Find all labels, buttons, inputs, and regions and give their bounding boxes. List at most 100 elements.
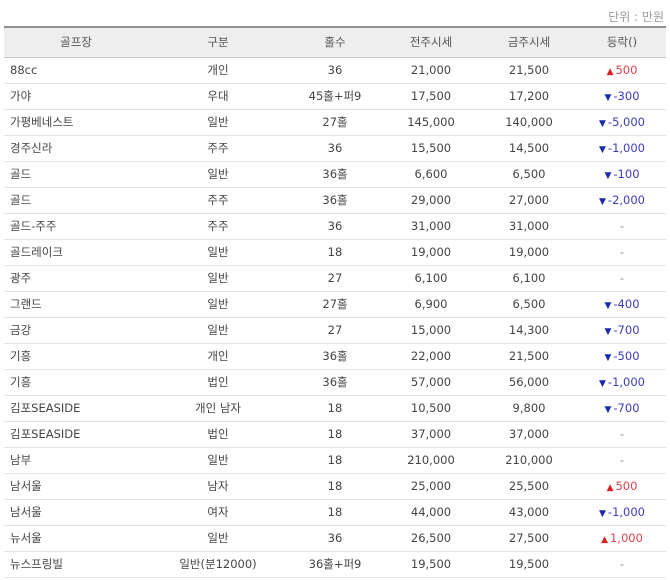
change-cell: ▼ -300 — [578, 83, 666, 110]
category-cell: 일반 — [148, 317, 288, 344]
curr-price-cell: 17,200 — [480, 83, 578, 110]
golf-course-name: 김포SEASIDE — [4, 395, 148, 422]
change-value: - — [619, 557, 625, 571]
golf-course-name: 뉴스프링빌 — [4, 551, 148, 578]
change-cell: ▼ -1,000 — [578, 369, 666, 396]
column-header-change[interactable]: 등락() — [578, 26, 666, 58]
change-cell: ▼ -2,000 — [578, 187, 666, 214]
change-cell: - — [578, 551, 666, 578]
category-cell: 주주 — [148, 187, 288, 214]
triangle-down-icon: ▼ — [604, 171, 612, 181]
holes-cell: 27 — [288, 317, 382, 344]
golf-course-name: 금강 — [4, 317, 148, 344]
golf-course-name: 골드레이크 — [4, 239, 148, 266]
table-row: 광주 일반 27 6,100 6,100- — [4, 265, 666, 292]
category-cell: 일반 — [148, 291, 288, 318]
category-cell: 일반 — [148, 109, 288, 136]
table-row: 88cc 개인 36 21,000 21,500 ▲ 500 — [4, 57, 666, 84]
prev-price-cell: 22,000 — [382, 343, 480, 370]
golf-course-name: 그랜드 — [4, 291, 148, 318]
category-cell: 개인 — [148, 57, 288, 84]
category-cell: 주주 — [148, 213, 288, 240]
category-cell: 법인 — [148, 369, 288, 396]
golf-price-table: 골프장 구분 홀수 전주시세 금주시세 등락() 88cc 개인 36 21,000 2… — [4, 26, 666, 578]
holes-cell: 18 — [288, 473, 382, 500]
holes-cell: 36홀 — [288, 369, 382, 396]
prev-price-cell: 6,900 — [382, 291, 480, 318]
prev-price-cell: 145,000 — [382, 109, 480, 136]
column-header-prev-price[interactable]: 전주시세 — [382, 26, 480, 58]
change-cell: - — [578, 447, 666, 474]
column-header-category[interactable]: 구분 — [148, 26, 288, 58]
change-cell: ▲ 500 — [578, 473, 666, 500]
category-cell: 법인 — [148, 421, 288, 448]
change-cell: - — [578, 265, 666, 292]
table-row: 골드레이크 일반 18 19,000 19,000- — [4, 239, 666, 266]
triangle-down-icon: ▼ — [604, 405, 612, 415]
prev-price-cell: 31,000 — [382, 213, 480, 240]
prev-price-cell: 21,000 — [382, 57, 480, 84]
table-row: 가야 우대 45홀+퍼9 17,500 17,200 ▼ -300 — [4, 83, 666, 110]
change-value: -1,000 — [607, 505, 645, 519]
golf-course-name: 기흥 — [4, 369, 148, 396]
triangle-up-icon: ▲ — [601, 535, 608, 545]
category-cell: 일반(분12000) — [148, 551, 288, 578]
holes-cell: 18 — [288, 499, 382, 526]
golf-course-name: 남부 — [4, 447, 148, 474]
golf-course-name: 88cc — [4, 57, 148, 84]
change-cell: ▼ -1,000 — [578, 499, 666, 526]
golf-course-name: 가평베네스트 — [4, 109, 148, 136]
change-value: - — [619, 245, 625, 259]
change-value: - — [619, 427, 625, 441]
holes-cell: 36 — [288, 525, 382, 552]
category-cell: 우대 — [148, 83, 288, 110]
triangle-down-icon: ▼ — [604, 353, 612, 363]
change-value: -2,000 — [607, 193, 645, 207]
change-value: -1,000 — [607, 375, 645, 389]
golf-course-name: 경주신라 — [4, 135, 148, 162]
curr-price-cell: 14,500 — [480, 135, 578, 162]
table-header-row: 골프장 구분 홀수 전주시세 금주시세 등락() — [4, 26, 666, 58]
table-row: 골드 주주 36홀 29,000 27,000 ▼ -2,000 — [4, 187, 666, 214]
golf-course-name: 남서울 — [4, 473, 148, 500]
change-cell: - — [578, 213, 666, 240]
triangle-down-icon: ▼ — [599, 119, 606, 129]
triangle-down-icon: ▼ — [604, 327, 612, 337]
change-cell: ▼ -700 — [578, 395, 666, 422]
golf-course-name: 광주 — [4, 265, 148, 292]
curr-price-cell: 19,500 — [480, 551, 578, 578]
curr-price-cell: 27,000 — [480, 187, 578, 214]
change-value: -400 — [613, 297, 640, 311]
category-cell: 주주 — [148, 135, 288, 162]
golf-course-name: 골드 — [4, 187, 148, 214]
table-row: 기흥 법인 36홀 57,000 56,000 ▼ -1,000 — [4, 369, 666, 396]
golf-course-name: 골드 — [4, 161, 148, 188]
category-cell: 일반 — [148, 265, 288, 292]
prev-price-cell: 6,100 — [382, 265, 480, 292]
triangle-down-icon: ▼ — [604, 93, 612, 103]
curr-price-cell: 6,100 — [480, 265, 578, 292]
change-value: 1,000 — [609, 531, 643, 545]
column-header-curr-price[interactable]: 금주시세 — [480, 26, 578, 58]
category-cell: 일반 — [148, 525, 288, 552]
unit-label: 단위 : 만원 — [608, 10, 664, 24]
change-value: -700 — [613, 323, 640, 337]
curr-price-cell: 210,000 — [480, 447, 578, 474]
holes-cell: 36홀+퍼9 — [288, 551, 382, 578]
change-value: -100 — [613, 167, 640, 181]
holes-cell: 27홀 — [288, 109, 382, 136]
curr-price-cell: 6,500 — [480, 291, 578, 318]
column-header-golf-course[interactable]: 골프장 — [4, 26, 148, 58]
change-value: -500 — [613, 349, 640, 363]
change-value: 500 — [615, 479, 638, 493]
golf-course-name: 골드-주주 — [4, 213, 148, 240]
holes-cell: 36홀 — [288, 343, 382, 370]
table-row: 금강 일반 27 15,000 14,300 ▼ -700 — [4, 317, 666, 344]
prev-price-cell: 210,000 — [382, 447, 480, 474]
triangle-up-icon: ▲ — [606, 67, 614, 77]
curr-price-cell: 43,000 — [480, 499, 578, 526]
curr-price-cell: 27,500 — [480, 525, 578, 552]
table-row: 김포SEASIDE 개인 남자 18 10,500 9,800 ▼ -700 — [4, 395, 666, 422]
curr-price-cell: 19,000 — [480, 239, 578, 266]
column-header-holes[interactable]: 홀수 — [288, 26, 382, 58]
